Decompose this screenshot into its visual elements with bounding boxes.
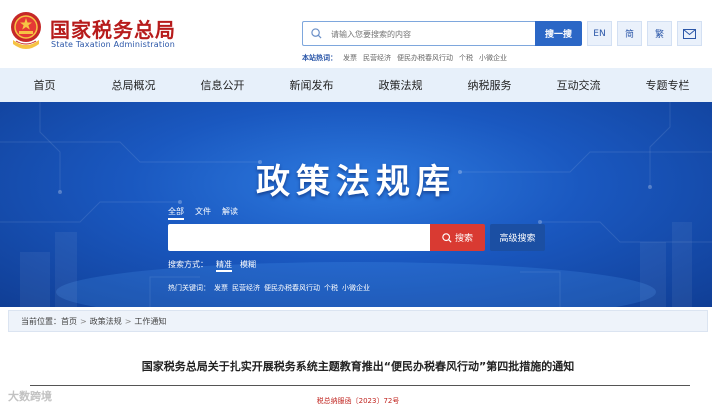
nav-item-policies[interactable]: 政策法规 <box>356 77 445 93</box>
breadcrumb-home[interactable]: 首页 <box>61 316 77 327</box>
document-number: 税总纳服函〔2023〕72号 <box>316 397 400 405</box>
nav-item-disclosure[interactable]: 信息公开 <box>178 77 267 93</box>
nav-item-news[interactable]: 新闻发布 <box>267 77 356 93</box>
watermark: 大数跨境 <box>8 390 52 403</box>
site-search-input[interactable] <box>331 26 527 42</box>
search-scope-tabs: 全部 文件 解读 <box>168 206 238 220</box>
nav-item-interaction[interactable]: 互动交流 <box>534 77 623 93</box>
policy-search-button-label: 搜索 <box>454 234 473 244</box>
nav-item-tax-service[interactable]: 纳税服务 <box>445 77 534 93</box>
hot-words-label: 本站热词： <box>302 54 337 62</box>
site-search-button[interactable]: 搜一搜 <box>535 21 582 46</box>
mail-button[interactable] <box>677 21 702 46</box>
banner-title: 政策法规库 <box>256 162 456 202</box>
breadcrumb: 当前位置： 首页 > 政策法规 > 工作通知 <box>8 310 708 332</box>
hot-keyword-link[interactable]: 个税 <box>324 283 338 293</box>
site-hot-words: 本站热词： 发票 民营经济 便民办税春风行动 个税 小微企业 <box>302 53 507 63</box>
breadcrumb-label: 当前位置： <box>21 316 61 326</box>
english-button[interactable]: EN <box>587 21 612 46</box>
national-emblem-icon[interactable] <box>8 10 44 52</box>
logo-title[interactable]: 国家税务总局 <box>50 14 176 43</box>
breadcrumb-separator: > <box>80 316 87 326</box>
site-search-box <box>302 21 535 46</box>
banner-background <box>0 102 712 307</box>
hot-keywords-label: 热门关键词： <box>168 284 210 292</box>
title-divider <box>30 385 690 386</box>
hot-word-link[interactable]: 小微企业 <box>479 53 507 63</box>
hot-keywords: 热门关键词： 发票 民营经济 便民办税春风行动 个税 小微企业 <box>168 283 370 293</box>
scope-tab-interpretation[interactable]: 解读 <box>222 206 238 220</box>
hot-word-link[interactable]: 个税 <box>459 53 473 63</box>
nav-item-topics[interactable]: 专题专栏 <box>623 77 712 93</box>
scope-tab-all[interactable]: 全部 <box>168 206 184 220</box>
policy-search-box <box>168 224 430 251</box>
article-title: 国家税务总局关于扎实开展税务系统主题教育推出“便民办税春风行动”第四批措施的通知 <box>141 360 575 373</box>
breadcrumb-separator: > <box>124 316 132 326</box>
search-icon <box>311 28 322 39</box>
hot-keyword-link[interactable]: 发票 <box>214 283 228 293</box>
advanced-search-button[interactable]: 高级搜索 <box>490 224 545 251</box>
hot-word-link[interactable]: 便民办税春风行动 <box>397 53 453 63</box>
search-icon <box>442 232 452 243</box>
nav-item-overview[interactable]: 总局概况 <box>89 77 178 93</box>
search-mode-fuzzy[interactable]: 模糊 <box>240 259 256 272</box>
breadcrumb-policies[interactable]: 政策法规 <box>90 316 122 327</box>
mail-icon <box>683 28 696 39</box>
traditional-chinese-button[interactable]: 繁 <box>647 21 672 46</box>
search-mode: 搜索方式： 精准 模糊 <box>168 259 256 272</box>
scope-tab-files[interactable]: 文件 <box>195 206 211 220</box>
search-mode-label: 搜索方式： <box>168 260 208 269</box>
hot-word-link[interactable]: 民营经济 <box>363 53 391 63</box>
policy-banner: 政策法规库 全部 文件 解读 搜索 高级搜索 搜索方式： 精准 模糊 热门关键词… <box>0 102 712 307</box>
hot-word-link[interactable]: 发票 <box>343 53 357 63</box>
nav-item-home[interactable]: 首页 <box>0 77 89 93</box>
hot-keyword-link[interactable]: 便民办税春风行动 <box>264 283 320 293</box>
policy-search-button[interactable]: 搜索 <box>430 224 485 251</box>
breadcrumb-work-notice[interactable]: 工作通知 <box>134 316 166 327</box>
hot-keyword-link[interactable]: 小微企业 <box>342 283 370 293</box>
site-header: 国家税务总局 State Taxation Administration 搜一搜… <box>0 0 712 68</box>
policy-search-input[interactable] <box>168 224 430 251</box>
main-nav: 首页 总局概况 信息公开 新闻发布 政策法规 纳税服务 互动交流 专题专栏 <box>0 68 712 102</box>
hot-keyword-link[interactable]: 民营经济 <box>232 283 260 293</box>
simplified-chinese-button[interactable]: 简 <box>617 21 642 46</box>
search-mode-exact[interactable]: 精准 <box>216 259 232 272</box>
logo-subtitle: State Taxation Administration <box>51 40 176 49</box>
